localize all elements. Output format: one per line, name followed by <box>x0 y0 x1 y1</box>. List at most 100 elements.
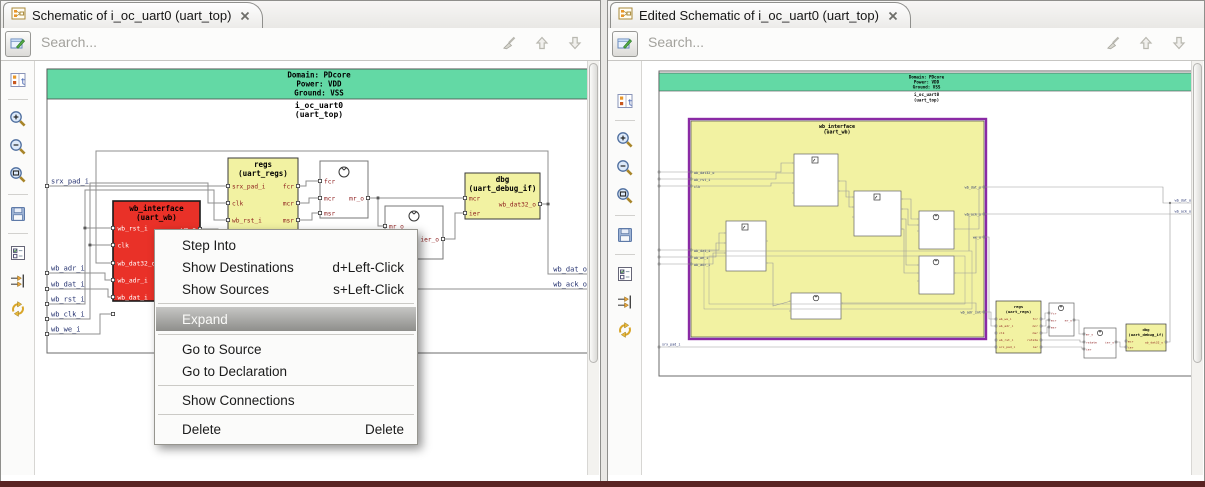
sub-block[interactable] <box>724 220 768 272</box>
port[interactable] <box>317 178 322 183</box>
zoom-in-icon[interactable] <box>613 128 637 152</box>
clear-highlight-icon[interactable] <box>500 34 518 52</box>
zoom-fit-icon[interactable] <box>6 163 30 187</box>
menu-item-go-to-declaration[interactable]: Go to Declaration <box>156 360 416 382</box>
zoom-out-icon[interactable] <box>613 156 637 180</box>
block-dbg[interactable]: dbg (uart_debug_if) mcr ier wb_dat32_o <box>1124 323 1168 352</box>
sub-block[interactable] <box>917 255 956 295</box>
svg-text:t: t <box>20 78 25 88</box>
close-icon[interactable] <box>240 11 250 21</box>
port[interactable] <box>382 223 387 228</box>
menu-item-delete[interactable]: Delete Delete <box>156 418 416 440</box>
port[interactable] <box>225 183 230 188</box>
block-mr[interactable]: fcr mcr msr mr_o <box>1047 302 1076 337</box>
search-down-icon[interactable] <box>1170 34 1188 52</box>
zoom-fit-icon[interactable] <box>613 184 637 208</box>
sub-block[interactable] <box>917 210 956 250</box>
port-label: mr_o <box>349 196 364 203</box>
port-label: ier <box>1128 346 1134 350</box>
search-input[interactable] <box>646 33 930 51</box>
sub-block[interactable] <box>792 153 840 207</box>
clear-highlight-icon[interactable] <box>1104 34 1122 52</box>
block-regs[interactable]: regs (uart_regs) wb_we_i wb_adr_i clk wb… <box>994 300 1043 354</box>
right-tool-column: t <box>608 61 642 475</box>
port[interactable] <box>365 195 370 200</box>
search-options-button[interactable] <box>612 31 638 57</box>
menu-item-show-connections[interactable]: Show Connections <box>156 389 416 411</box>
port[interactable] <box>111 311 116 316</box>
instance-type: (uart_top) <box>914 98 939 103</box>
tab-edited-schematic[interactable]: Edited Schematic of i_oc_uart0 (uart_top… <box>610 2 911 28</box>
port[interactable] <box>225 217 230 222</box>
menu-item-go-to-source[interactable]: Go to Source <box>156 338 416 360</box>
port-label: ier_o <box>420 237 439 244</box>
block-wb-interface-expanded[interactable]: wb_interface (uart_wb) wb_dat32_o wb_rst… <box>687 117 988 341</box>
zoom-out-icon[interactable] <box>6 135 30 159</box>
schematic-view-icon[interactable]: t <box>6 68 30 92</box>
left-vertical-scrollbar[interactable] <box>587 61 599 475</box>
port[interactable] <box>538 201 543 206</box>
show-pins-icon[interactable] <box>613 290 637 314</box>
left-schematic-pane: Schematic of i_oc_uart0 (uart_top) t <box>0 0 601 482</box>
port[interactable] <box>295 200 300 205</box>
scrollbar-thumb[interactable] <box>589 63 598 364</box>
block-dbg[interactable]: dbg (uart_debug_if) mcr ier wb_dat32_o <box>462 172 543 220</box>
menu-item-expand[interactable]: Expand <box>156 307 416 331</box>
port[interactable] <box>317 195 322 200</box>
port-label: wb_dat_o <box>965 186 981 190</box>
port[interactable] <box>462 210 467 215</box>
port-label: wb_adr_i <box>694 263 710 267</box>
sub-block[interactable] <box>789 292 843 320</box>
preferences-icon[interactable] <box>613 262 637 286</box>
port[interactable] <box>111 294 116 299</box>
right-vertical-scrollbar[interactable] <box>1191 61 1203 475</box>
block-type: (uart_regs) <box>1006 309 1032 314</box>
port[interactable] <box>111 225 116 230</box>
port[interactable] <box>440 236 445 241</box>
block-mr[interactable]: fcr mcr msr mr_o <box>317 160 370 219</box>
port-label: srx_pad_i <box>232 184 266 191</box>
zoom-in-icon[interactable] <box>6 107 30 131</box>
right-schematic-pane: Edited Schematic of i_oc_uart0 (uart_top… <box>607 0 1205 482</box>
refresh-icon[interactable] <box>613 318 637 342</box>
menu-item-step-into[interactable]: Step Into <box>156 234 416 256</box>
port[interactable] <box>111 260 116 265</box>
port-label: fcr <box>1033 317 1039 321</box>
port[interactable] <box>111 242 116 247</box>
schematic-view-icon[interactable]: t <box>613 89 637 113</box>
port-label: wb_we_i <box>694 256 708 260</box>
show-pins-icon[interactable] <box>6 269 30 293</box>
search-window-pen-icon <box>10 38 26 49</box>
menu-item-show-destinations[interactable]: Show Destinations d+Left-Click <box>156 256 416 278</box>
block-ier[interactable]: mr_o rstate ier ier_o <box>1082 327 1118 359</box>
search-options-button[interactable] <box>5 31 31 57</box>
port[interactable] <box>295 217 300 222</box>
tab-schematic[interactable]: Schematic of i_oc_uart0 (uart_top) <box>3 2 264 28</box>
port[interactable] <box>317 210 322 215</box>
port-label: ier_o <box>1105 341 1114 345</box>
close-icon[interactable] <box>888 11 898 21</box>
output-label: wb_dat_o <box>1175 199 1191 203</box>
search-down-icon[interactable] <box>566 34 584 52</box>
right-schematic-canvas[interactable]: Domain: PDcore Power: VDD Ground: VSS i_… <box>643 61 1192 475</box>
port[interactable] <box>462 195 467 200</box>
port[interactable] <box>225 200 230 205</box>
port[interactable] <box>111 277 116 282</box>
search-up-icon[interactable] <box>533 34 551 52</box>
preferences-icon[interactable] <box>6 241 30 265</box>
menu-item-show-sources[interactable]: Show Sources s+Left-Click <box>156 278 416 300</box>
search-input[interactable] <box>39 33 323 51</box>
save-icon[interactable] <box>6 202 30 226</box>
instance-type: (uart_top) <box>295 110 343 119</box>
banner-ground: Ground: VSS <box>913 85 941 90</box>
sub-block[interactable] <box>852 190 903 237</box>
search-up-icon[interactable] <box>1137 34 1155 52</box>
block-type: (uart_wb) <box>136 213 177 222</box>
port-label: mcr <box>1051 319 1057 323</box>
refresh-icon[interactable] <box>6 297 30 321</box>
save-icon[interactable] <box>613 223 637 247</box>
left-tabbar: Schematic of i_oc_uart0 (uart_top) <box>1 1 600 29</box>
port[interactable] <box>295 183 300 188</box>
svg-text:t: t <box>627 99 632 109</box>
scrollbar-thumb[interactable] <box>1193 63 1202 364</box>
